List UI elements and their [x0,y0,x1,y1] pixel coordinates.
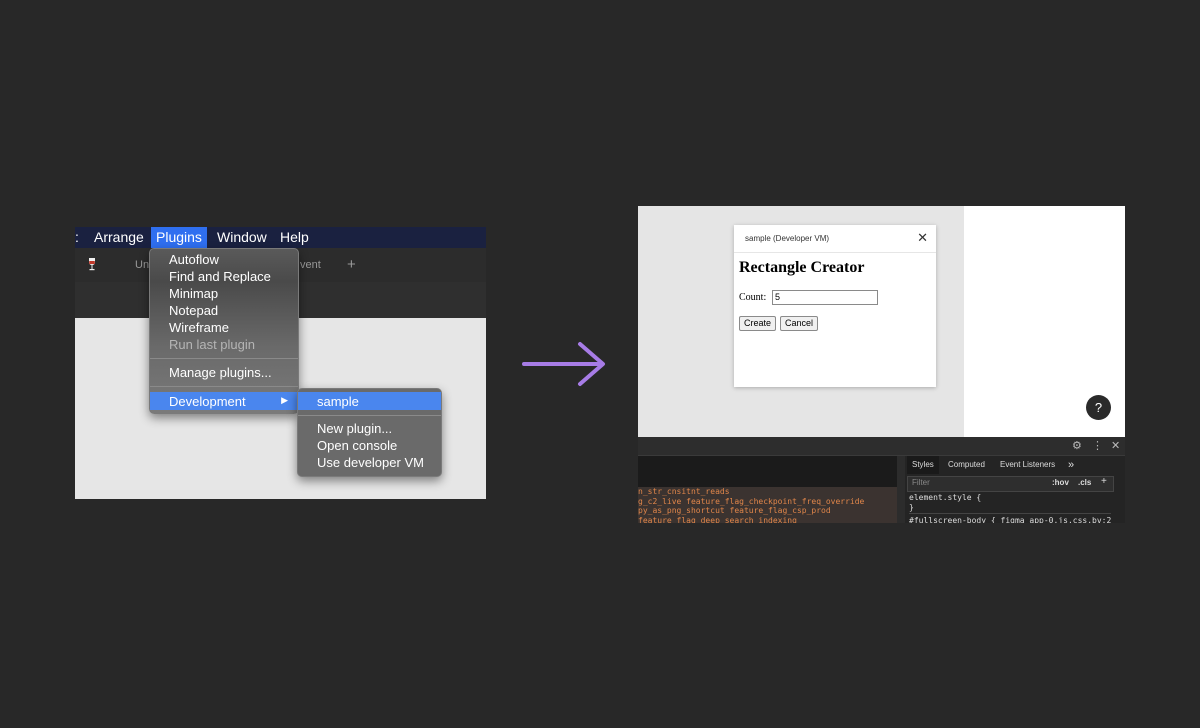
submenu-arrow-icon: ▶ [281,395,288,405]
plugins-dropdown-menu: Autoflow Find and Replace Minimap Notepa… [149,248,299,414]
add-rule-icon[interactable]: + [1101,476,1107,487]
submenu-item-sample-label: sample [317,394,359,409]
flow-arrow-icon [522,341,608,392]
submenu-item-open-console[interactable]: Open console [317,437,397,454]
menu-item-wireframe[interactable]: Wireframe [169,319,229,336]
devtools-panel: ⚙ ⋮ ✕ n_str_cnsitnt_reads g_c2_live feat… [638,437,1125,523]
plugin-window-title: sample (Developer VM) [745,234,830,243]
menubar-item-help[interactable]: Help [275,227,314,248]
help-button[interactable]: ? [1086,395,1111,420]
file-tab-label-right[interactable]: vent [300,259,321,271]
development-submenu: sample New plugin... Open console Use de… [297,388,442,477]
menu-item-minimap[interactable]: Minimap [169,285,218,302]
console-line: g_c2_live feature_flag_checkpoint_freq_o… [638,496,865,506]
more-tabs-icon[interactable]: » [1063,456,1079,474]
devtools-divider[interactable] [897,456,905,523]
cls-toggle[interactable]: .cls [1078,478,1091,487]
console-log-lines: n_str_cnsitnt_reads g_c2_live feature_fl… [638,487,897,523]
menu-separator [150,386,298,387]
menu-item-autoflow[interactable]: Autoflow [169,251,219,268]
menu-separator [150,358,298,359]
figma-plugins-menu-screenshot: : Arrange Plugins Window Help Un vent + … [75,227,486,499]
tab-event-listeners[interactable]: Event Listeners [995,456,1060,474]
menubar-item-plugins[interactable]: Plugins [151,227,207,248]
add-tab-icon[interactable]: + [347,256,356,273]
plugin-running-screenshot: ? sample (Developer VM) ✕ Rectangle Crea… [638,206,1125,523]
code-line: } [909,503,914,512]
submenu-item-new-plugin[interactable]: New plugin... [317,420,392,437]
cancel-button[interactable]: Cancel [780,316,819,331]
devtools-styles-pane: Styles Computed Event Listeners » Filter… [905,456,1125,523]
wine-glass-icon [88,258,96,274]
more-vertical-icon[interactable]: ⋮ [1092,439,1103,452]
plugin-window: sample (Developer VM) ✕ Rectangle Creato… [734,225,936,387]
submenu-item-use-developer-vm[interactable]: Use developer VM [317,454,424,471]
filter-input[interactable]: Filter [912,478,930,487]
count-label: Count: [739,292,767,303]
tab-computed[interactable]: Computed [943,456,990,474]
menubar-item-window[interactable]: Window [212,227,272,248]
gear-icon[interactable]: ⚙ [1072,439,1082,452]
close-icon[interactable]: ✕ [1111,439,1120,452]
menubar-item-partial[interactable]: : [75,227,84,248]
count-input[interactable]: 5 [772,290,878,305]
devtools-console: n_str_cnsitnt_reads g_c2_live feature_fl… [638,456,897,523]
hov-toggle[interactable]: :hov [1052,478,1069,487]
menubar: : Arrange Plugins Window Help [75,227,486,248]
create-button[interactable]: Create [739,316,777,331]
devtools-topbar: ⚙ ⋮ ✕ [638,437,1125,456]
console-empty-area [638,456,897,487]
menu-separator [298,415,441,416]
submenu-item-sample[interactable]: sample [298,392,441,410]
file-tab-label[interactable]: Un [135,259,149,271]
tab-styles[interactable]: Styles [907,456,939,474]
menu-item-run-last-plugin: Run last plugin [169,337,255,352]
menu-item-manage-plugins[interactable]: Manage plugins... [169,364,272,381]
console-line: py_as_png_shortcut feature_flag_csp_prod [638,506,831,515]
menu-item-notepad[interactable]: Notepad [169,302,218,319]
styles-code: element.style { } #fullscreen-body { fig… [909,493,1112,523]
menu-item-development-label: Development [169,394,246,409]
menu-item-find-and-replace[interactable]: Find and Replace [169,268,271,285]
code-line: element.style { [909,493,982,502]
menubar-item-arrange[interactable]: Arrange [89,227,149,248]
menu-item-development[interactable]: Development ▶ [150,392,298,410]
close-icon[interactable]: ✕ [917,230,928,246]
plugin-window-header: sample (Developer VM) ✕ [734,225,936,253]
styles-filter-bar: Filter :hov .cls + [907,476,1114,492]
console-line: feature_flag_deep_search_indexing [638,515,797,524]
console-line: n_str_cnsitnt_reads [638,487,730,496]
plugin-heading: Rectangle Creator [739,259,865,276]
code-line: #fullscreen-body { figma_app-0.js.css.bv… [909,513,1112,523]
